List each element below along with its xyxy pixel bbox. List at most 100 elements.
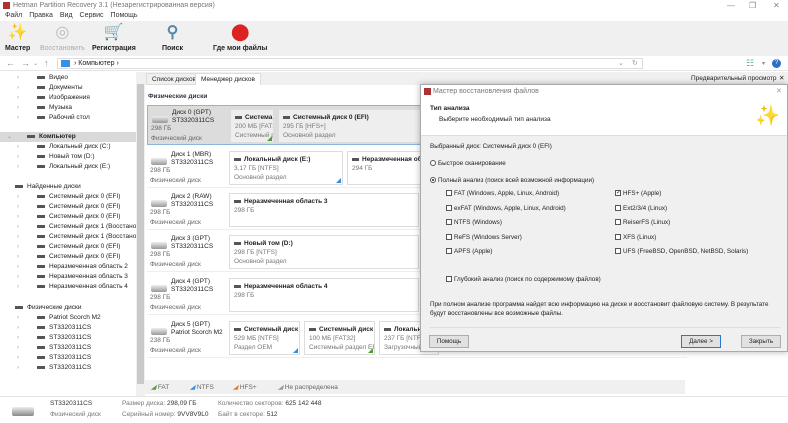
tree-item-found-disk[interactable]: › Неразмеченная область 3: [17, 272, 128, 282]
partition-box[interactable]: Системный диск 1 (Восстановить)529 МБ [N…: [229, 321, 300, 355]
menu-view[interactable]: Вид: [60, 12, 73, 19]
expand-arrow-icon[interactable]: ›: [17, 282, 19, 292]
search-button[interactable]: ⚲ Поиск: [162, 23, 183, 52]
expand-arrow-icon[interactable]: ›: [17, 252, 19, 262]
next-button[interactable]: Далее >: [681, 335, 721, 348]
expand-arrow-icon[interactable]: ›: [17, 93, 19, 103]
fs-checkbox[interactable]: Ext2/3/4 (Linux): [615, 205, 667, 212]
checkbox-box[interactable]: [446, 219, 452, 226]
fs-checkbox[interactable]: ReFS (Windows Server): [446, 234, 522, 241]
checkbox-box[interactable]: [615, 204, 621, 211]
partition-box[interactable]: Новый том (D:) 298 ГБ [NTFS] Основной разд…: [229, 235, 419, 269]
menu-file[interactable]: Файл: [5, 12, 22, 19]
tree-item-drive[interactable]: › Локальный диск (E:): [17, 162, 110, 172]
maximize-button[interactable]: ❐: [749, 1, 756, 10]
expand-arrow-icon[interactable]: ›: [17, 222, 19, 232]
tree-item-found-disk[interactable]: › Системный диск 1 (Восстановить): [17, 222, 136, 232]
expand-arrow-icon[interactable]: ›: [17, 353, 19, 363]
address-input[interactable]: › Компьютер › ⌄ ↻: [57, 58, 643, 69]
close-dialog-button[interactable]: Закрыть: [741, 335, 781, 348]
up-icon[interactable]: ↑: [44, 58, 49, 68]
help-button[interactable]: Помощь: [429, 335, 469, 348]
expand-arrow-icon[interactable]: ›: [17, 272, 19, 282]
tree-item-computer[interactable]: ⌄ Компьютер: [0, 132, 136, 142]
tree-item-physical-disk[interactable]: › Patriot Scorch M2: [17, 313, 101, 323]
tree-item-drive[interactable]: › Локальный диск (C:): [17, 142, 111, 152]
expand-arrow-icon[interactable]: ›: [17, 152, 19, 162]
tree-item-favorite[interactable]: › Рабочий стол: [17, 113, 90, 123]
tree-item-found-disk[interactable]: › Неразмеченная область 4: [17, 282, 128, 292]
view-options-icon[interactable]: ☷: [746, 58, 754, 69]
tree-item-physical-disk[interactable]: › ST3320311CS: [17, 343, 91, 353]
close-button[interactable]: ✕: [773, 1, 780, 10]
expand-arrow-icon[interactable]: ›: [17, 242, 19, 252]
tree-item-favorite[interactable]: › Документы: [17, 83, 83, 93]
checkbox-box[interactable]: [615, 219, 621, 226]
expand-arrow-icon[interactable]: ›: [17, 212, 19, 222]
expand-arrow-icon[interactable]: ›: [17, 103, 19, 113]
tree-item-drive[interactable]: › Новый том (D:): [17, 152, 95, 162]
menu-help[interactable]: Помощь: [111, 12, 138, 19]
tree-item-physical-disk[interactable]: › ST3320311CS: [17, 353, 91, 363]
tree-item-found-disk[interactable]: › Системный диск 0 (EFI): [17, 242, 120, 252]
checkbox-box[interactable]: [446, 190, 452, 197]
forward-icon[interactable]: →: [21, 58, 30, 68]
expand-arrow-icon[interactable]: ›: [17, 162, 19, 172]
where-files-button[interactable]: ⬤ Где мои файлы: [213, 23, 267, 52]
scrollbar-thumb[interactable]: [137, 84, 144, 384]
expand-arrow-icon[interactable]: ›: [17, 83, 19, 93]
expand-arrow-icon[interactable]: ⌄: [7, 132, 12, 142]
tree-item-found-disk[interactable]: › Системный диск 0 (EFI): [17, 252, 120, 262]
fs-checkbox[interactable]: FAT (Windows, Apple, Linux, Android): [446, 190, 559, 197]
tree-scrollbar[interactable]: [136, 72, 145, 397]
tree-item-found-disk[interactable]: › Системный диск 0 (EFI): [17, 202, 120, 212]
fs-checkbox[interactable]: XFS (Linux): [615, 234, 656, 241]
tree-item-favorite[interactable]: › Музыка: [17, 103, 72, 113]
fs-checkbox[interactable]: ✓ HFS+ (Apple): [615, 190, 661, 197]
menu-edit[interactable]: Правка: [29, 12, 53, 19]
tree-item-favorite[interactable]: › Изображения: [17, 93, 90, 103]
tab-disk-manager[interactable]: Менеджер дисков: [195, 73, 261, 85]
partition-box[interactable]: Локальный диск (E:) 3,17 ГБ [NTFS] Основно…: [229, 151, 343, 185]
help-icon[interactable]: ?: [772, 59, 781, 68]
refresh-icon[interactable]: ↻: [632, 59, 638, 68]
checkbox-box[interactable]: [446, 248, 452, 255]
fs-checkbox[interactable]: ReiserFS (Linux): [615, 219, 670, 226]
partition-box[interactable]: Неразмеченная область 3 298 ГБ: [229, 193, 419, 227]
register-button[interactable]: 🛒 Регистрация: [92, 23, 136, 52]
expand-arrow-icon[interactable]: ›: [17, 343, 19, 353]
partition-box[interactable]: Системный диск 1 (EFI)100 МБ [FAT32] Сист…: [304, 321, 375, 355]
expand-arrow-icon[interactable]: ›: [17, 262, 19, 272]
master-button[interactable]: ✨ Мастер: [5, 23, 30, 52]
expand-arrow-icon[interactable]: ›: [17, 363, 19, 373]
checkbox-box[interactable]: [446, 204, 452, 211]
checkbox-box[interactable]: [615, 248, 621, 255]
fs-checkbox[interactable]: UFS (FreeBSD, OpenBSD, NetBSD, Solaris): [615, 248, 748, 255]
expand-arrow-icon[interactable]: ›: [17, 333, 19, 343]
minimize-button[interactable]: —: [727, 1, 735, 10]
tree-item-physical-disk[interactable]: › ST3320311CS: [17, 323, 91, 333]
tree-item-found-disk[interactable]: › Системный диск 0 (EFI): [17, 212, 120, 222]
expand-arrow-icon[interactable]: ›: [17, 142, 19, 152]
tree-item-physical-disks[interactable]: ⌄Физические диски: [0, 303, 81, 313]
restore-button[interactable]: ◎ Восстановить: [40, 23, 85, 52]
back-icon[interactable]: ←: [6, 58, 15, 68]
tree-item-physical-disk[interactable]: › ST3320311CS: [17, 363, 91, 373]
view-dropdown-icon[interactable]: ▾: [762, 60, 765, 67]
partition-box[interactable]: Система200 МБ [FAT32] Системный раздел EF…: [230, 109, 274, 143]
tree-item-favorite[interactable]: › Видео: [17, 73, 68, 83]
quick-scan-radio[interactable]: Быстрое сканирование: [430, 160, 506, 167]
address-dropdown-icon[interactable]: ⌄: [618, 59, 624, 68]
partition-box[interactable]: Неразмеченная область 4 298 ГБ: [229, 278, 419, 312]
expand-arrow-icon[interactable]: ›: [17, 323, 19, 333]
tree-item-physical-disk[interactable]: › ST3320311CS: [17, 333, 91, 343]
tree-item-found-disk[interactable]: › Системный диск 1 (Восстановить): [17, 232, 136, 242]
tab-disk-list[interactable]: Список дисков: [146, 73, 203, 85]
expand-arrow-icon[interactable]: ›: [17, 202, 19, 212]
expand-arrow-icon[interactable]: ›: [17, 232, 19, 242]
fs-checkbox[interactable]: NTFS (Windows): [446, 219, 502, 226]
tree-item-found-disks[interactable]: ⌄Найденные диски: [0, 182, 81, 192]
fs-checkbox[interactable]: APFS (Apple): [446, 248, 493, 255]
expand-arrow-icon[interactable]: ›: [17, 192, 19, 202]
expand-arrow-icon[interactable]: ›: [17, 113, 19, 123]
